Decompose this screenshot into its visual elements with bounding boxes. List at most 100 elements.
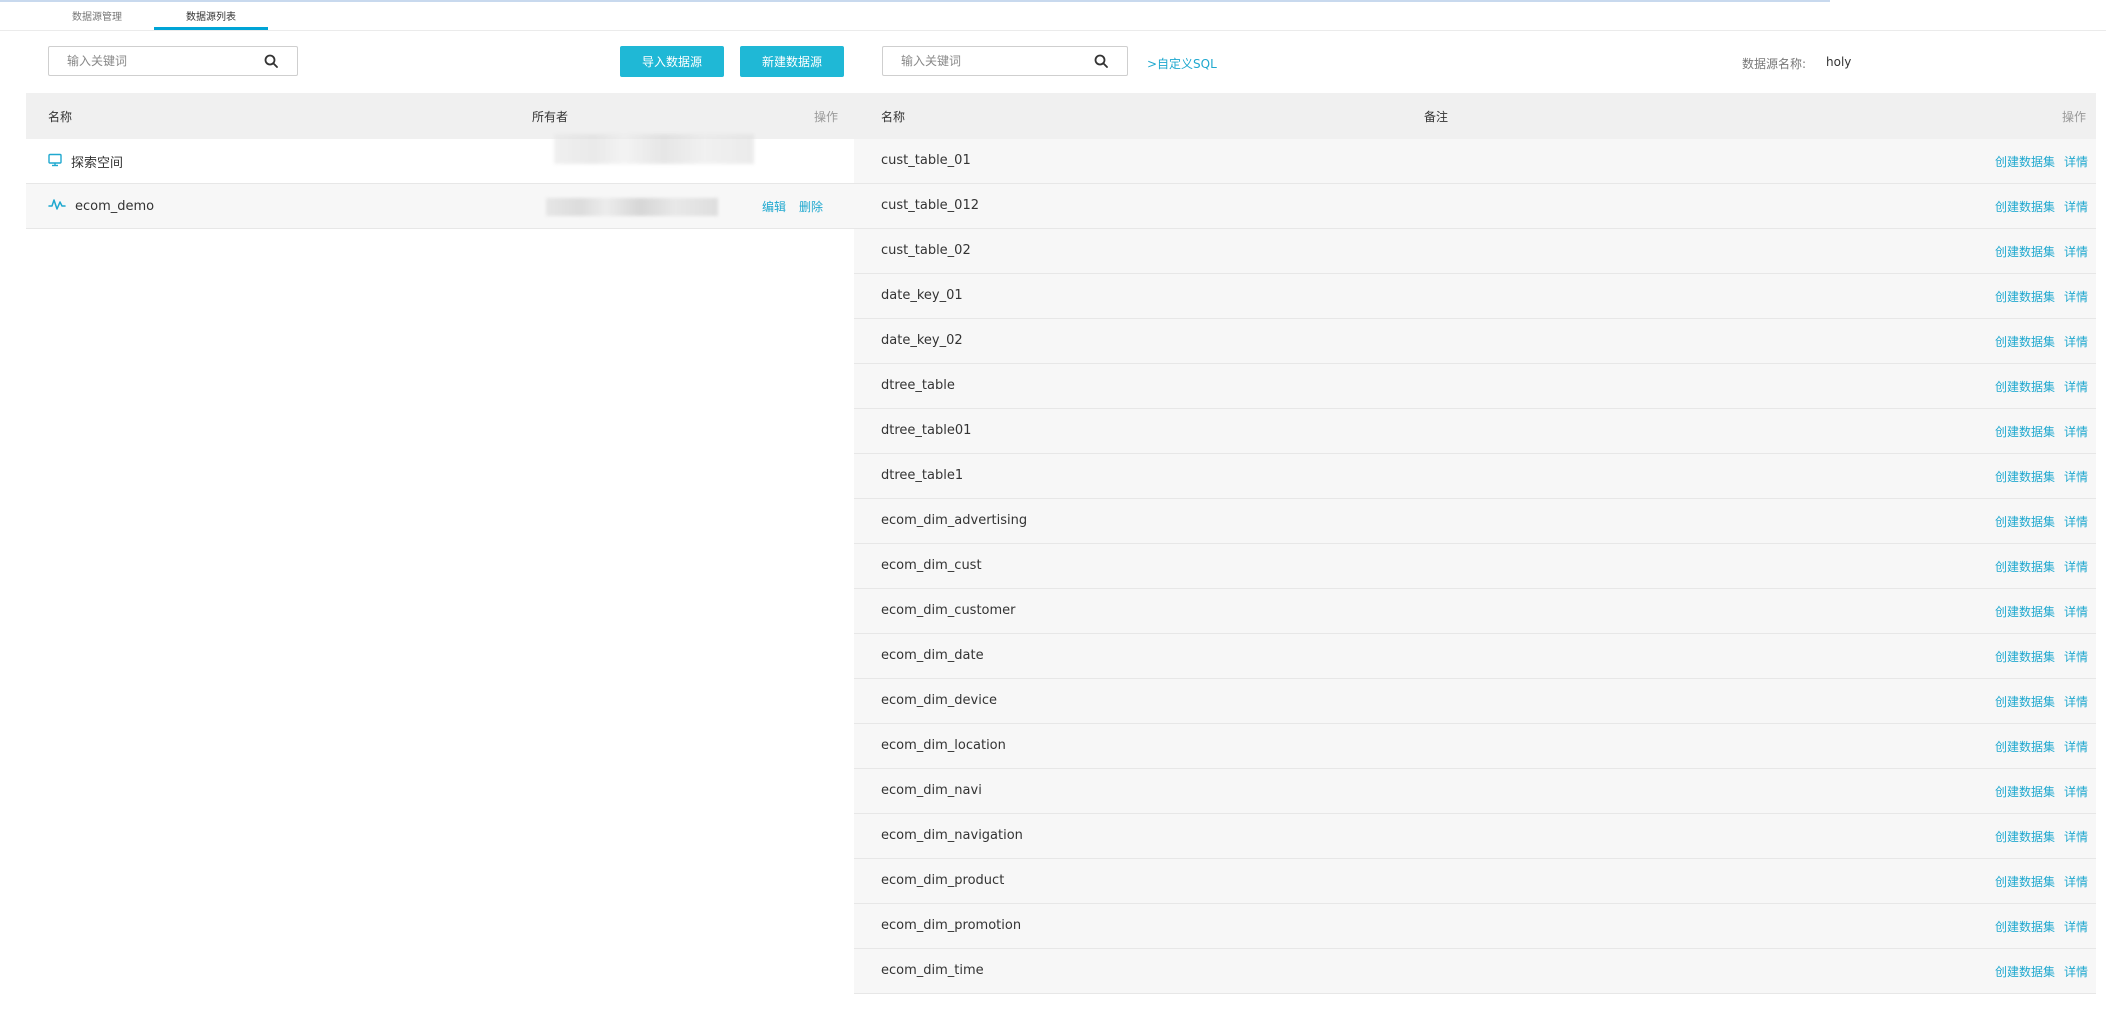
- create-dataset-link[interactable]: 创建数据集: [1995, 558, 2055, 575]
- delete-link[interactable]: 删除: [799, 198, 823, 215]
- create-dataset-link[interactable]: 创建数据集: [1995, 828, 2055, 845]
- create-dataset-link[interactable]: 创建数据集: [1995, 738, 2055, 755]
- table-name: cust_table_012: [881, 198, 979, 213]
- datasource-row[interactable]: 探索空间: [26, 134, 854, 184]
- table-name: ecom_dim_time: [881, 963, 984, 978]
- datasource-name-label: 数据源名称:: [1742, 57, 1807, 71]
- table-row[interactable]: dtree_table 创建数据集 详情: [854, 364, 2096, 409]
- table-row[interactable]: cust_table_01 创建数据集 详情: [854, 139, 2096, 184]
- table-name: ecom_dim_navi: [881, 783, 982, 798]
- detail-link[interactable]: 详情: [2064, 513, 2088, 530]
- table-name: dtree_table: [881, 378, 955, 393]
- create-dataset-link[interactable]: 创建数据集: [1995, 378, 2055, 395]
- tab-bar: 数据源管理 数据源列表: [40, 2, 268, 30]
- table-name: ecom_dim_product: [881, 873, 1005, 888]
- detail-link[interactable]: 详情: [2064, 558, 2088, 575]
- table-row[interactable]: ecom_dim_date 创建数据集 详情: [854, 634, 2096, 679]
- column-action: 操作: [813, 110, 838, 124]
- table-row[interactable]: date_key_01 创建数据集 详情: [854, 274, 2096, 319]
- waveform-icon: [48, 197, 66, 215]
- table-name: ecom_dim_date: [881, 648, 984, 663]
- create-dataset-link[interactable]: 创建数据集: [1995, 693, 2055, 710]
- tab-datasource-list[interactable]: 数据源列表: [154, 2, 268, 30]
- table-name: ecom_dim_advertising: [881, 513, 1028, 528]
- table-row[interactable]: ecom_dim_product 创建数据集 详情: [854, 859, 2096, 904]
- create-dataset-link[interactable]: 创建数据集: [1995, 963, 2055, 980]
- datasource-row[interactable]: ecom_demo 编辑 删除: [26, 184, 854, 229]
- create-dataset-link[interactable]: 创建数据集: [1995, 198, 2055, 215]
- table-name: cust_table_01: [881, 153, 971, 168]
- custom-sql-link[interactable]: >自定义SQL: [1147, 55, 1217, 72]
- detail-link[interactable]: 详情: [2064, 783, 2088, 800]
- create-dataset-link[interactable]: 创建数据集: [1995, 873, 2055, 890]
- tab-datasource-management[interactable]: 数据源管理: [40, 2, 154, 30]
- detail-link[interactable]: 详情: [2064, 378, 2088, 395]
- create-dataset-link[interactable]: 创建数据集: [1995, 513, 2055, 530]
- table-name: ecom_dim_customer: [881, 603, 1016, 618]
- detail-link[interactable]: 详情: [2064, 693, 2088, 710]
- table-row[interactable]: dtree_table1 创建数据集 详情: [854, 454, 2096, 499]
- create-dataset-link[interactable]: 创建数据集: [1995, 288, 2055, 305]
- detail-link[interactable]: 详情: [2064, 963, 2088, 980]
- table-name: date_key_01: [881, 288, 963, 303]
- detail-link[interactable]: 详情: [2064, 603, 2088, 620]
- import-datasource-button[interactable]: 导入数据源: [620, 46, 724, 77]
- table-name: ecom_dim_cust: [881, 558, 982, 573]
- detail-link[interactable]: 详情: [2064, 468, 2088, 485]
- column-name: 名称: [48, 110, 73, 124]
- top-divider: [0, 0, 1830, 2]
- datasource-name-value: holy: [1826, 55, 1852, 69]
- table-row[interactable]: cust_table_012 创建数据集 详情: [854, 184, 2096, 229]
- owner-redacted: [546, 198, 718, 216]
- detail-link[interactable]: 详情: [2064, 918, 2088, 935]
- table-row[interactable]: ecom_dim_navigation 创建数据集 详情: [854, 814, 2096, 859]
- table-name: dtree_table01: [881, 423, 972, 438]
- table-list-header: 名称 备注 操作: [854, 93, 2096, 139]
- table-row[interactable]: ecom_dim_customer 创建数据集 详情: [854, 589, 2096, 634]
- table-row[interactable]: ecom_dim_device 创建数据集 详情: [854, 679, 2096, 724]
- table-row[interactable]: cust_table_02 创建数据集 详情: [854, 229, 2096, 274]
- table-row[interactable]: ecom_dim_advertising 创建数据集 详情: [854, 499, 2096, 544]
- create-dataset-link[interactable]: 创建数据集: [1995, 333, 2055, 350]
- detail-link[interactable]: 详情: [2064, 288, 2088, 305]
- table-row[interactable]: ecom_dim_navi 创建数据集 详情: [854, 769, 2096, 814]
- detail-link[interactable]: 详情: [2064, 873, 2088, 890]
- column-name: 名称: [881, 110, 906, 124]
- table-name: dtree_table1: [881, 468, 964, 483]
- detail-link[interactable]: 详情: [2064, 198, 2088, 215]
- search-icon[interactable]: [1089, 49, 1113, 73]
- owner-redacted: [554, 134, 754, 164]
- detail-link[interactable]: 详情: [2064, 648, 2088, 665]
- create-dataset-link[interactable]: 创建数据集: [1995, 918, 2055, 935]
- new-datasource-button[interactable]: 新建数据源: [740, 46, 844, 77]
- table-name: ecom_dim_location: [881, 738, 1006, 753]
- table-row[interactable]: ecom_dim_time 创建数据集 详情: [854, 949, 2096, 994]
- create-dataset-link[interactable]: 创建数据集: [1995, 423, 2055, 440]
- table-row[interactable]: ecom_dim_location 创建数据集 详情: [854, 724, 2096, 769]
- table-row[interactable]: ecom_dim_promotion 创建数据集 详情: [854, 904, 2096, 949]
- edit-link[interactable]: 编辑: [762, 198, 786, 215]
- create-dataset-link[interactable]: 创建数据集: [1995, 468, 2055, 485]
- table-row[interactable]: dtree_table01 创建数据集 详情: [854, 409, 2096, 454]
- create-dataset-link[interactable]: 创建数据集: [1995, 783, 2055, 800]
- detail-link[interactable]: 详情: [2064, 333, 2088, 350]
- search-icon[interactable]: [259, 49, 283, 73]
- datasource-search: [48, 46, 298, 76]
- detail-link[interactable]: 详情: [2064, 423, 2088, 440]
- create-dataset-link[interactable]: 创建数据集: [1995, 648, 2055, 665]
- create-dataset-link[interactable]: 创建数据集: [1995, 243, 2055, 260]
- datasource-search-input[interactable]: [65, 47, 259, 75]
- detail-link[interactable]: 详情: [2064, 243, 2088, 260]
- detail-link[interactable]: 详情: [2064, 738, 2088, 755]
- table-row[interactable]: date_key_02 创建数据集 详情: [854, 319, 2096, 364]
- create-dataset-link[interactable]: 创建数据集: [1995, 603, 2055, 620]
- column-action: 操作: [2061, 110, 2086, 124]
- table-name: ecom_dim_device: [881, 693, 997, 708]
- table-search-input[interactable]: [899, 47, 1089, 75]
- detail-link[interactable]: 详情: [2064, 828, 2088, 845]
- table-panel: >自定义SQL 数据源名称: holy 名称 备注 操作 cust_table_…: [854, 31, 2096, 1012]
- table-name: cust_table_02: [881, 243, 971, 258]
- create-dataset-link[interactable]: 创建数据集: [1995, 153, 2055, 170]
- detail-link[interactable]: 详情: [2064, 153, 2088, 170]
- table-row[interactable]: ecom_dim_cust 创建数据集 详情: [854, 544, 2096, 589]
